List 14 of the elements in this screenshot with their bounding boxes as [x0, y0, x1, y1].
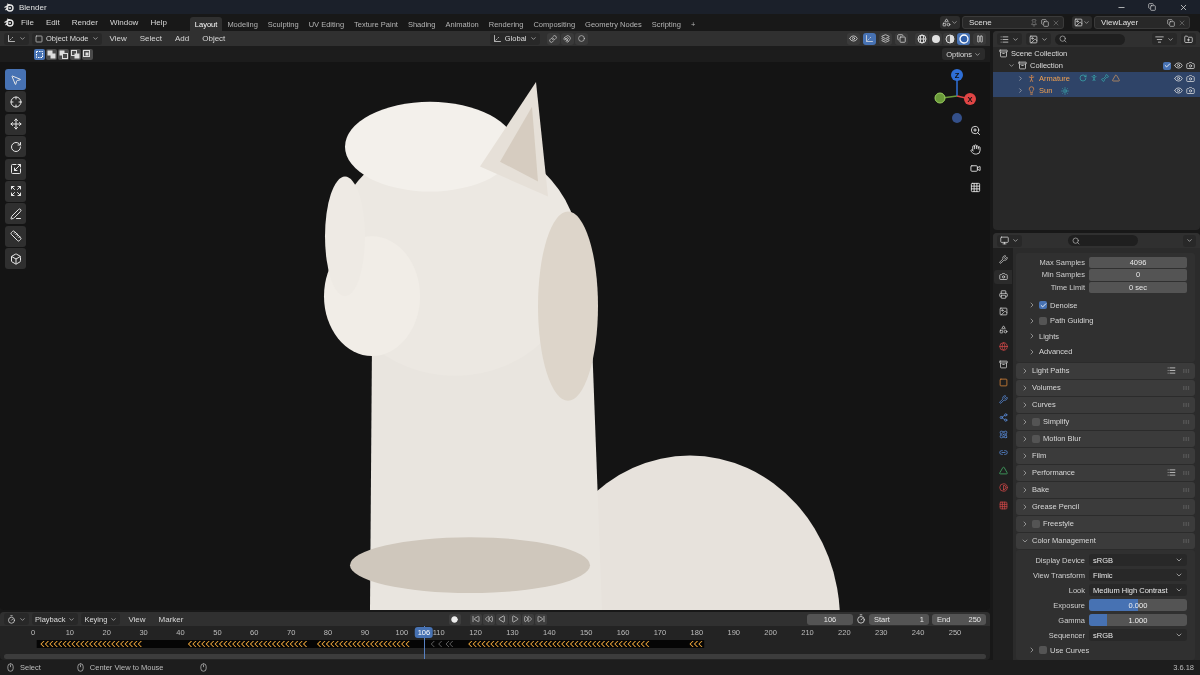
menu-item[interactable]: Help	[145, 16, 172, 29]
view-layer-field[interactable]: ViewLayer	[1094, 16, 1190, 29]
menu-item[interactable]: Marker	[153, 612, 189, 626]
menu-item[interactable]: Add	[169, 32, 195, 45]
scene-field[interactable]: Scene	[962, 16, 1064, 29]
menu-item[interactable]: Window	[104, 16, 144, 29]
menu-item[interactable]: View	[123, 612, 151, 626]
window-title: Blender	[19, 2, 47, 12]
menu-item[interactable]: Edit	[40, 16, 65, 29]
menu-item[interactable]: Select	[134, 32, 167, 45]
menu-item[interactable]: Render	[66, 16, 103, 29]
menu-item[interactable]: File	[16, 16, 39, 29]
menu-item[interactable]: View	[104, 32, 132, 45]
menu-item[interactable]: Object	[197, 32, 231, 45]
